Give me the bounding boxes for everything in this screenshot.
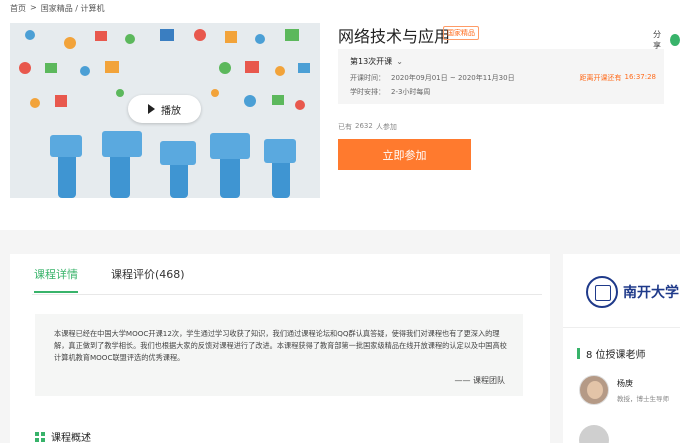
breadcrumb-category-link[interactable]: 国家精品 / 计算机 xyxy=(41,3,105,14)
open-time-label: 开课时间： xyxy=(350,74,385,82)
tab-course-reviews[interactable]: 课程评价(468) xyxy=(111,266,185,293)
study-time-label: 学时安排： xyxy=(350,88,385,96)
heading-accent-bar xyxy=(577,348,580,359)
course-overview-heading: 课程概述 xyxy=(35,429,91,443)
course-detail-panel: 课程详情 课程评价(468) 本课程已经在中国大学MOOC开课12次，学生通过学… xyxy=(10,254,550,443)
tab-course-details[interactable]: 课程详情 xyxy=(34,266,78,293)
countdown-label: 距离开课还有 xyxy=(579,74,622,82)
course-header-panel: 首页 > 国家精品 / 计算机 播放 网络技术与应用 国家精品 分享 第13次开… xyxy=(0,0,680,230)
course-description-box: 本课程已经在中国大学MOOC开课12次，学生通过学习收获了知识，我们通过课程论坛… xyxy=(35,314,523,396)
enrolled-count: 已有 2632 人参加 xyxy=(338,122,397,132)
breadcrumb-home-link[interactable]: 首页 xyxy=(10,3,26,14)
play-label: 播放 xyxy=(161,105,181,117)
overview-title: 课程概述 xyxy=(51,433,91,443)
play-icon xyxy=(148,104,155,114)
teacher-item[interactable]: 杨庚 教授，博士生导师 xyxy=(579,375,669,405)
open-time-row: 开课时间： 2020年09月01日 ~ 2020年11月30日 xyxy=(350,73,515,83)
countdown-value: 16:37:28 xyxy=(624,73,656,81)
sidebar: 南开大学 8 位授课老师 杨庚 教授，博士生导师 xyxy=(563,254,680,443)
national-quality-badge: 国家精品 xyxy=(443,26,479,40)
term-label: 第13次开课 xyxy=(350,57,393,66)
teacher-name: 杨庚 xyxy=(617,379,633,388)
course-term-info: 第13次开课 ⌄ 开课时间： 2020年09月01日 ~ 2020年11月30日… xyxy=(338,49,664,104)
sidebar-divider xyxy=(563,327,680,328)
teacher-title: 教授，博士生导师 xyxy=(617,395,669,403)
avatar xyxy=(579,375,609,405)
join-course-button[interactable]: 立即参加 xyxy=(338,139,471,170)
play-button[interactable]: 播放 xyxy=(128,95,201,123)
teachers-heading: 8 位授课老师 xyxy=(577,346,646,361)
breadcrumb: 首页 > 国家精品 / 计算机 xyxy=(10,3,104,14)
detail-tabs: 课程详情 课程评价(468) xyxy=(34,266,185,293)
course-video-player[interactable]: 播放 xyxy=(10,23,320,198)
chevron-down-icon: ⌄ xyxy=(396,57,403,66)
share-button[interactable]: 分享 xyxy=(653,29,680,51)
school-logo[interactable]: 南开大学 xyxy=(586,276,679,308)
share-icon xyxy=(670,34,680,46)
study-time-row: 学时安排： 2-3小时每周 xyxy=(350,87,430,97)
course-title: 网络技术与应用 xyxy=(338,27,451,46)
course-team-signature: —— 课程团队 xyxy=(454,376,505,385)
open-time-value: 2020年09月01日 ~ 2020年11月30日 xyxy=(391,74,515,82)
tab-divider xyxy=(32,294,542,295)
breadcrumb-separator: > xyxy=(30,3,37,12)
grid-icon xyxy=(35,431,45,442)
course-description-text: 本课程已经在中国大学MOOC开课12次，学生通过学习收获了知识，我们通过课程论坛… xyxy=(54,329,507,362)
term-selector[interactable]: 第13次开课 ⌄ xyxy=(350,56,403,67)
enrolled-number: 2632 xyxy=(355,122,373,130)
enrolled-suffix: 人参加 xyxy=(375,123,397,131)
countdown: 距离开课还有 16:37:28 xyxy=(580,73,656,83)
enrolled-prefix: 已有 xyxy=(338,123,352,131)
school-seal-icon xyxy=(586,276,618,308)
avatar[interactable] xyxy=(579,425,609,443)
school-name: 南开大学 xyxy=(623,285,679,301)
study-time-value: 2-3小时每周 xyxy=(391,88,431,96)
teachers-heading-label: 8 位授课老师 xyxy=(586,350,646,361)
share-label: 分享 xyxy=(653,30,661,50)
